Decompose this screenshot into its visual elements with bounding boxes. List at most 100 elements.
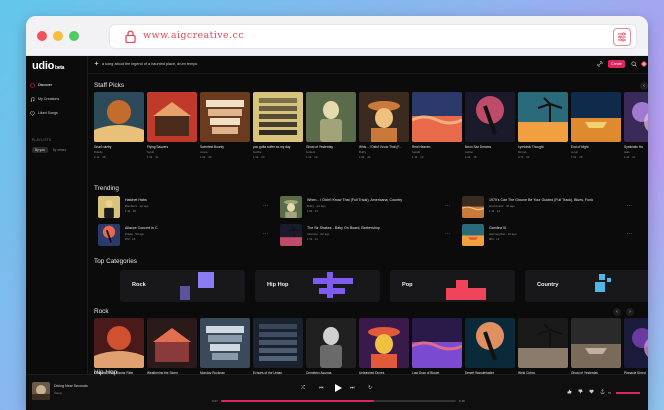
song-title[interactable]: Hatchet Habs: [125, 198, 147, 202]
song-artwork[interactable]: [94, 318, 144, 368]
heart-icon[interactable]: [589, 389, 594, 394]
song-artwork[interactable]: [462, 196, 484, 218]
song-card[interactable]: Ghost of YesterdayGutters1.1k19: [306, 92, 356, 159]
song-artist[interactable]: Bullry: [359, 150, 409, 154]
close-dot[interactable]: [37, 31, 47, 41]
song-title[interactable]: Sweetest Bounty: [200, 145, 250, 149]
now-playing-artist[interactable]: Velvet: [54, 391, 62, 395]
address-bar[interactable]: www.aigcreative.cc: [109, 24, 637, 49]
song-card[interactable]: Desert WanderlasterOdyssey1.3k21: [465, 318, 515, 374]
song-card[interactable]: Unleashed DunesMirrors1.4k26: [359, 318, 409, 374]
song-card[interactable]: Pinnacle ShredFaith1.0k14: [624, 318, 648, 374]
song-title[interactable]: End of Night: [571, 145, 621, 149]
song-artwork[interactable]: [200, 92, 250, 142]
next-icon[interactable]: ⏭: [350, 385, 355, 391]
song-artist[interactable]: Bullry: [307, 204, 314, 208]
song-artist[interactable]: Aether: [465, 150, 515, 154]
trending-item[interactable]: Gamline III Harmonyflow · 3d ago 906 · 12 ·…: [462, 224, 632, 246]
song-artwork[interactable]: [518, 318, 568, 368]
share-icon[interactable]: [600, 389, 605, 394]
song-card[interactable]: Weld CobraPterra1.2k19: [518, 318, 568, 374]
song-card[interactable]: Monday RocknapIronfist1.1k19: [200, 318, 250, 374]
song-artist[interactable]: Synth: [147, 150, 197, 154]
song-card[interactable]: Cemetery AsungaVelvaro1.1k18: [306, 318, 356, 374]
song-artist[interactable]: Praise: [125, 232, 133, 236]
app-logo[interactable]: udiobeta: [32, 60, 64, 72]
sidebar-item-my-creations[interactable]: My Creations: [30, 94, 84, 104]
song-artwork[interactable]: [147, 318, 197, 368]
previous-icon[interactable]: ⏮: [319, 385, 324, 391]
song-title[interactable]: Ghost of Yesterday: [306, 145, 356, 149]
song-artist[interactable]: boldhe: [253, 150, 303, 154]
sidebar-item-liked-songs[interactable]: Liked Songs: [30, 108, 84, 118]
song-card[interactable]: Sweetest Bounty cocoa 1.6k 46: [200, 92, 250, 159]
song-artist[interactable]: Holo: [624, 150, 648, 154]
song-artwork[interactable]: [200, 318, 250, 368]
song-artwork[interactable]: [306, 318, 356, 368]
song-title[interactable]: Allacce Concert in C: [125, 226, 158, 230]
now-playing-title[interactable]: Diving Near Seconds: [54, 384, 88, 388]
song-artist[interactable]: Ruleby: [94, 150, 144, 154]
song-card[interactable]: you gotta suffer as my day boldhe 1.1k 20: [253, 92, 303, 159]
song-title[interactable]: Real Heaven: [412, 145, 462, 149]
now-playing-artwork[interactable]: [32, 382, 50, 400]
repeat-icon[interactable]: ↻: [368, 385, 372, 391]
trending-item[interactable]: When... I Didn't Know That (Full Track),…: [280, 196, 450, 218]
song-artwork[interactable]: [465, 318, 515, 368]
song-card[interactable]: Real Heaven Serath 1.1k 22: [412, 92, 462, 159]
song-artist[interactable]: Harmonyflow: [489, 232, 505, 236]
create-button[interactable]: Create: [608, 60, 625, 68]
song-artist[interactable]: Gutters: [306, 150, 356, 154]
play-icon[interactable]: [333, 383, 343, 393]
trending-item[interactable]: 1970's Can The Groove Be Your Guided (Fu…: [462, 196, 632, 218]
song-title[interactable]: Symbiotic Ha: [624, 145, 648, 149]
song-artist[interactable]: cocoa: [200, 150, 250, 154]
song-artwork[interactable]: [571, 318, 621, 368]
song-card[interactable]: Echoes of the UrbanRuby1.2k22: [253, 318, 303, 374]
song-artist[interactable]: Lunar: [571, 150, 621, 154]
more-options-icon[interactable]: ···: [627, 203, 632, 209]
scroll-left-button[interactable]: ‹: [640, 82, 648, 90]
song-title[interactable]: Gnarl ruleby: [94, 145, 144, 149]
category-card[interactable]: Hip Hop: [255, 270, 380, 302]
volume-slider[interactable]: [616, 392, 640, 394]
song-artwork[interactable]: [253, 318, 303, 368]
link-icon[interactable]: [597, 61, 603, 67]
song-artwork[interactable]: [253, 92, 303, 142]
trending-item[interactable]: The Sir Shakes - Baby On Board, Barbersh…: [280, 224, 450, 246]
more-options-icon[interactable]: ···: [263, 231, 268, 237]
progress-bar[interactable]: [221, 400, 456, 402]
maximize-dot[interactable]: [69, 31, 79, 41]
song-card[interactable]: End of Night Lunar 1.5k 28: [571, 92, 621, 159]
song-artist[interactable]: Groovinator: [489, 204, 504, 208]
song-artwork[interactable]: [412, 92, 462, 142]
song-card[interactable]: Legends of the Raptor RideTorrex2.1k38: [94, 318, 144, 374]
song-artist[interactable]: Mirrors: [518, 150, 568, 154]
category-card[interactable]: Country: [525, 270, 648, 302]
scroll-right-button[interactable]: ›: [626, 308, 634, 316]
song-artwork[interactable]: [412, 318, 462, 368]
song-artwork[interactable]: [359, 318, 409, 368]
song-artwork[interactable]: [518, 92, 568, 142]
song-title[interactable]: Whis... I Didn't Know That (F...: [359, 145, 409, 149]
song-artwork[interactable]: [571, 92, 621, 142]
song-title[interactable]: Lyrebirds Thought: [518, 145, 568, 149]
song-artwork[interactable]: [624, 92, 648, 142]
category-card[interactable]: Pop: [390, 270, 515, 302]
thumbs-down-icon[interactable]: [578, 389, 583, 394]
song-card[interactable]: Whis... I Didn't Know That (F... Bullry 1.…: [359, 92, 409, 159]
song-artwork[interactable]: [98, 196, 120, 218]
prompt-input[interactable]: a song about the legend of a haunted pla…: [94, 61, 197, 66]
more-options-icon[interactable]: ···: [627, 231, 632, 237]
song-title[interactable]: When... I Didn't Know That (Full Track),…: [307, 198, 402, 202]
song-artwork[interactable]: [359, 92, 409, 142]
song-artwork[interactable]: [306, 92, 356, 142]
sidebar-item-discover[interactable]: Discover: [30, 80, 84, 90]
more-options-icon[interactable]: ···: [445, 203, 450, 209]
song-artwork[interactable]: [147, 92, 197, 142]
song-card[interactable]: Gnarl ruleby Ruleby 2.1k 48: [94, 92, 144, 159]
song-card[interactable]: Ghost of YesterdayGutters1.1k19: [571, 318, 621, 374]
song-title[interactable]: Flying Saucers: [147, 145, 197, 149]
song-artwork[interactable]: [624, 318, 648, 368]
song-title[interactable]: Gamline III: [489, 226, 506, 230]
